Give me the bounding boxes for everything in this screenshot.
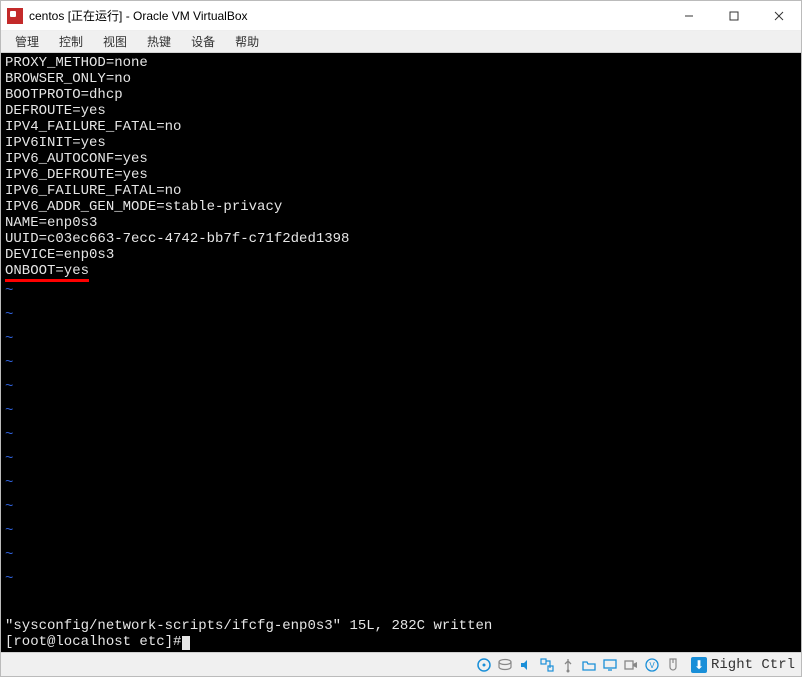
menu-help[interactable]: 帮助 bbox=[225, 31, 269, 52]
config-line: BROWSER_ONLY=no bbox=[5, 71, 797, 87]
guest-terminal[interactable]: PROXY_METHOD=noneBROWSER_ONLY=noBOOTPROT… bbox=[1, 53, 801, 652]
minimize-button[interactable] bbox=[666, 1, 711, 30]
config-line: IPV6_DEFROUTE=yes bbox=[5, 167, 797, 183]
vm-statusbar: V ⬇ Right Ctrl bbox=[1, 652, 801, 676]
vim-tilde: ~ bbox=[5, 375, 797, 399]
vim-tilde: ~ bbox=[5, 543, 797, 567]
hard-disk-icon[interactable] bbox=[496, 656, 514, 674]
config-line: IPV4_FAILURE_FATAL=no bbox=[5, 119, 797, 135]
vim-status-line: "sysconfig/network-scripts/ifcfg-enp0s3"… bbox=[5, 618, 797, 634]
host-key-indicator[interactable]: ⬇ Right Ctrl bbox=[691, 657, 795, 673]
config-line: BOOTPROTO=dhcp bbox=[5, 87, 797, 103]
vim-empty-lines: ~~~~~~~~~~~~~ bbox=[5, 279, 797, 591]
keyboard-down-icon: ⬇ bbox=[691, 657, 707, 673]
mouse-integration-icon[interactable] bbox=[664, 656, 682, 674]
vim-tilde: ~ bbox=[5, 447, 797, 471]
vim-tilde: ~ bbox=[5, 423, 797, 447]
window-controls bbox=[666, 1, 801, 30]
terminal-bottom: "sysconfig/network-scripts/ifcfg-enp0s3"… bbox=[5, 618, 797, 652]
virtualbox-icon bbox=[7, 8, 23, 24]
vim-tilde: ~ bbox=[5, 471, 797, 495]
config-line: UUID=c03ec663-7ecc-4742-bb7f-c71f2ded139… bbox=[5, 231, 797, 247]
config-line: DEVICE=enp0s3 bbox=[5, 247, 797, 263]
config-line: NAME=enp0s3 bbox=[5, 215, 797, 231]
menubar: 管理 控制 视图 热键 设备 帮助 bbox=[1, 31, 801, 53]
menu-devices[interactable]: 设备 bbox=[181, 31, 225, 52]
host-key-label: Right Ctrl bbox=[711, 657, 795, 673]
config-line: PROXY_METHOD=none bbox=[5, 55, 797, 71]
maximize-button[interactable] bbox=[711, 1, 756, 30]
vim-tilde: ~ bbox=[5, 327, 797, 351]
window-titlebar: centos [正在运行] - Oracle VM VirtualBox bbox=[1, 1, 801, 31]
optical-drive-icon[interactable] bbox=[475, 656, 493, 674]
svg-text:V: V bbox=[649, 661, 655, 670]
vim-tilde: ~ bbox=[5, 351, 797, 375]
shell-prompt: [root@localhost etc]# bbox=[5, 634, 797, 650]
vim-tilde: ~ bbox=[5, 495, 797, 519]
cursor bbox=[182, 636, 190, 650]
config-line: IPV6_AUTOCONF=yes bbox=[5, 151, 797, 167]
config-line: IPV6INIT=yes bbox=[5, 135, 797, 151]
menu-control[interactable]: 控制 bbox=[49, 31, 93, 52]
vim-tilde: ~ bbox=[5, 519, 797, 543]
config-line: DEFROUTE=yes bbox=[5, 103, 797, 119]
network-icon[interactable] bbox=[538, 656, 556, 674]
shared-folders-icon[interactable] bbox=[580, 656, 598, 674]
audio-icon[interactable] bbox=[517, 656, 535, 674]
config-line: IPV6_ADDR_GEN_MODE=stable-privacy bbox=[5, 199, 797, 215]
display-icon[interactable] bbox=[601, 656, 619, 674]
config-line: IPV6_FAILURE_FATAL=no bbox=[5, 183, 797, 199]
vim-tilde: ~ bbox=[5, 279, 797, 303]
recording-icon[interactable] bbox=[622, 656, 640, 674]
window-title: centos [正在运行] - Oracle VM VirtualBox bbox=[29, 7, 666, 24]
vim-tilde: ~ bbox=[5, 399, 797, 423]
config-line: ONBOOT=yes bbox=[5, 263, 797, 279]
guest-additions-icon[interactable]: V bbox=[643, 656, 661, 674]
vim-tilde: ~ bbox=[5, 303, 797, 327]
menu-view[interactable]: 视图 bbox=[93, 31, 137, 52]
close-button[interactable] bbox=[756, 1, 801, 30]
config-file-content: PROXY_METHOD=noneBROWSER_ONLY=noBOOTPROT… bbox=[5, 55, 797, 279]
menu-hotkey[interactable]: 热键 bbox=[137, 31, 181, 52]
usb-icon[interactable] bbox=[559, 656, 577, 674]
menu-manage[interactable]: 管理 bbox=[5, 31, 49, 52]
vim-tilde: ~ bbox=[5, 567, 797, 591]
